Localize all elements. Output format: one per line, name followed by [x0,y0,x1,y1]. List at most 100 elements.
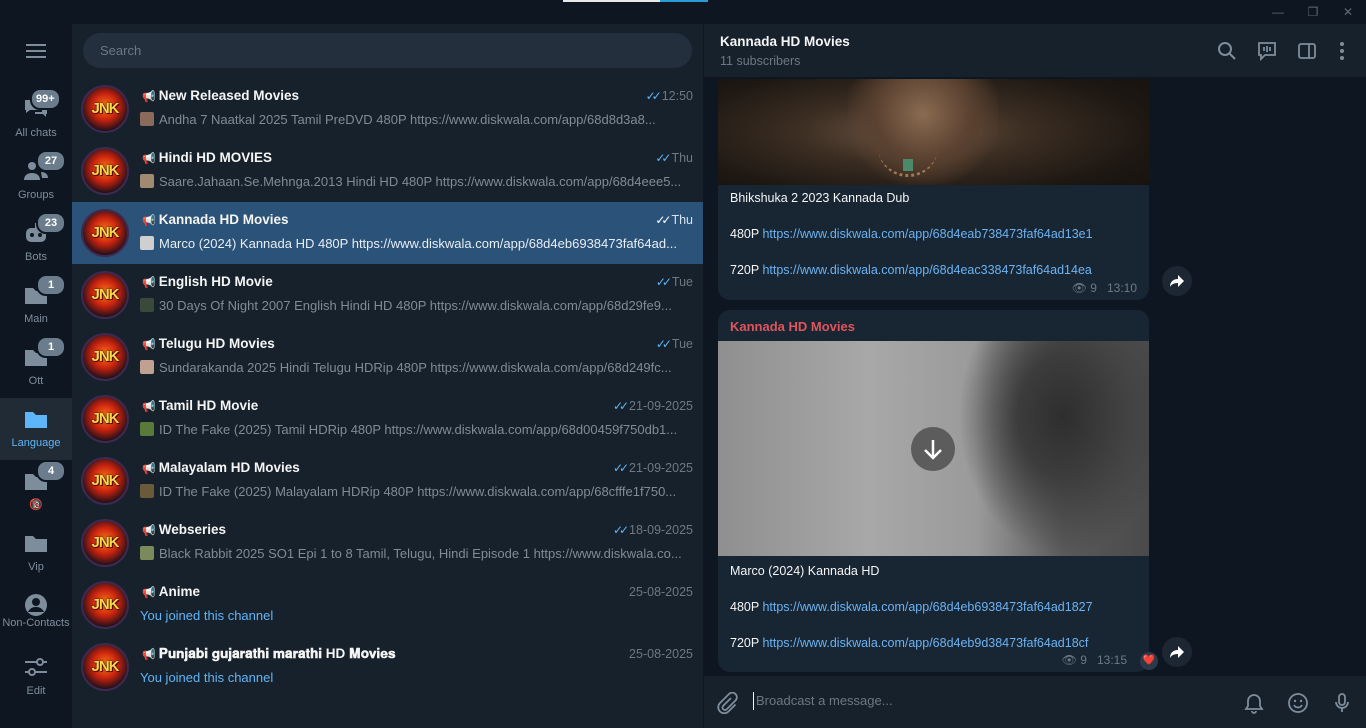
chat-item[interactable]: JNK 📢 𝐏𝐮𝐧𝐣𝐚𝐛𝐢 𝐠𝐮𝐣𝐚𝐫𝐚𝐭𝐡𝐢 𝐦𝐚𝐫𝐚𝐭𝐡𝐢 HD 𝐌𝐨𝐯𝐢𝐞𝐬 2… [72,636,703,698]
message-time: 13:15 [1096,653,1127,667]
side-panel-icon[interactable] [1297,41,1317,61]
chat-name-row: 📢 𝐏𝐮𝐧𝐣𝐚𝐛𝐢 𝐠𝐮𝐣𝐚𝐫𝐚𝐭𝐡𝐢 𝐦𝐚𝐫𝐚𝐭𝐡𝐢 HD 𝐌𝐨𝐯𝐢𝐞𝐬 [142,646,396,662]
folder-language[interactable]: Language [0,398,72,460]
folder-label: Main [24,313,48,325]
double-check-icon: ✓✓ [655,213,671,227]
message-bubble[interactable]: Bhikshuka 2 2023 Kannada Dub 480P https:… [718,79,1149,300]
unread-badge: 1 [36,336,66,358]
composer: Broadcast a message... [704,676,1366,728]
more-options-icon[interactable] [1332,41,1352,61]
search-input[interactable]: Search [83,33,692,68]
unread-badge: 4 [36,460,66,482]
chat-preview: You joined this channel [140,670,274,685]
sender-name: Kannada HD Movies [730,319,855,334]
microphone-icon[interactable] [1331,692,1353,714]
folder-all-chats[interactable]: All chats 99+ [0,88,72,150]
chat-time-row: ✓✓ Tue [656,275,693,289]
folder-ott[interactable]: Ott 1 [0,336,72,398]
chat-item[interactable]: JNK 📢 Telugu HD Movies ✓✓ Tue Sundarakanda 20… [72,326,703,388]
folder-main[interactable]: Main 1 [0,274,72,336]
chat-preview-row: You joined this channel [140,670,695,685]
chat-item[interactable]: JNK 📢 Tamil HD Movie ✓✓ 21-09-2025 ID The Fak… [72,388,703,450]
link-480p: 480P https://www.diskwala.com/app/68d4ea… [718,225,1149,243]
chat-name-row: 📢 Malayalam HD Movies [142,460,300,475]
chat-header[interactable]: Kannada HD Movies 11 subscribers [704,24,1366,78]
chat-time-row: ✓✓ Thu [655,151,693,165]
minimize-icon[interactable]: — [1270,4,1286,20]
chat-time-row: ✓✓ 21-09-2025 [613,399,693,413]
avatar-text: JNK [91,596,119,613]
chat-item[interactable]: JNK 📢 Malayalam HD Movies ✓✓ 21-09-2025 ID Th… [72,450,703,512]
title-bar: — ❐ ✕ [0,0,1366,24]
menu-icon[interactable] [26,44,46,58]
download-link[interactable]: https://www.diskwala.com/app/68d4eb9d384… [762,636,1088,650]
maximize-icon[interactable]: ❐ [1305,4,1321,20]
avatar-text: JNK [91,472,119,489]
channel-avatar: JNK [81,395,129,443]
megaphone-icon: 📢 [142,153,156,165]
folder-label: Language [11,437,61,449]
message-caption: Bhikshuka 2 2023 Kannada Dub [730,191,910,205]
download-arrow-icon [924,440,942,460]
media-thumbnail [140,112,154,126]
megaphone-icon: 📢 [142,587,156,599]
chat-item[interactable]: JNK 📢 Anime 25-08-2025 You joined this chann… [72,574,703,636]
movie-poster-image[interactable] [718,79,1149,185]
message-input[interactable]: Broadcast a message... [756,693,893,708]
quality-label: 480P [730,600,759,614]
folder-label: Groups [17,189,55,201]
folder-bots[interactable]: Bots 23 [0,212,72,274]
forward-button[interactable] [1162,266,1192,296]
download-link[interactable]: https://www.diskwala.com/app/68d4eab7384… [762,227,1092,241]
chat-time: 21-09-2025 [629,399,693,413]
folder-non-contacts[interactable]: Non-Contacts [0,584,72,646]
chat-item[interactable]: JNK 📢 Hindi HD MOVIES ✓✓ Thu Saare.Jahaan.Se.… [72,140,703,202]
channel-avatar: JNK [81,85,129,133]
download-link[interactable]: https://www.diskwala.com/app/68d4eac3384… [762,263,1091,277]
discussion-icon[interactable] [1257,41,1277,61]
unread-badge: 23 [36,212,66,234]
channel-avatar: JNK [81,333,129,381]
subscriber-count: 11 subscribers [720,54,801,68]
chat-name-row: 📢 Tamil HD Movie [142,398,258,413]
megaphone-icon: 📢 [142,401,156,413]
chat-name: English HD Movie [158,274,273,289]
avatar-text: JNK [91,100,119,117]
folder-edit[interactable]: Edit [0,646,72,708]
chat-name-row: 📢 Telugu HD Movies [142,336,275,351]
message-area: Bhikshuka 2 2023 Kannada Dub 480P https:… [704,79,1366,676]
chat-time: Thu [671,151,693,165]
chat-time-row: ✓✓ 18-09-2025 [613,523,693,537]
megaphone-icon: 📢 [142,215,156,227]
chat-time: Thu [671,213,693,227]
heart-reaction[interactable]: ❤️ [1140,652,1158,670]
bell-icon[interactable] [1243,692,1265,714]
chat-preview: Saare.Jahaan.Se.Mehnga.2013 Hindi HD 480… [159,174,682,189]
chat-name: Telugu HD Movies [158,336,275,351]
download-link[interactable]: https://www.diskwala.com/app/68d4eb69384… [762,600,1092,614]
double-check-icon: ✓✓ [612,523,629,537]
channel-avatar: JNK [81,581,129,629]
close-icon[interactable]: ✕ [1340,4,1356,20]
view-count: 9 [1090,281,1097,295]
chat-time: 21-09-2025 [629,461,693,475]
folder-label: Vip [28,561,44,573]
chat-item[interactable]: JNK 📢 New Released Movies ✓✓ 12:50 Andha 7 Na… [72,78,703,140]
chat-item[interactable]: JNK 📢 Kannada HD Movies ✓✓ Thu Marco (2024) K… [72,202,703,264]
folder-label: All chats [15,127,57,139]
forward-button[interactable] [1162,637,1192,667]
attach-icon[interactable] [716,692,738,714]
search-icon[interactable] [1217,41,1237,61]
video-thumbnail[interactable] [718,341,1149,556]
view-count: 9 [1080,653,1087,667]
chat-list: Search JNK 📢 New Released Movies ✓✓ 12:50 And… [72,24,703,728]
message-bubble[interactable]: Kannada HD Movies Marco (2024) Kannada H… [718,310,1149,672]
folder--[interactable]: 🔞 4 [0,460,72,522]
chat-item[interactable]: JNK 📢 Webseries ✓✓ 18-09-2025 Black Rabbit 20… [72,512,703,574]
folder-groups[interactable]: Groups 27 [0,150,72,212]
download-button[interactable] [911,427,955,471]
double-check-icon: ✓✓ [645,89,662,103]
chat-item[interactable]: JNK 📢 English HD Movie ✓✓ Tue 30 Days Of Nigh… [72,264,703,326]
folder-vip[interactable]: Vip [0,522,72,584]
emoji-icon[interactable] [1287,692,1309,714]
